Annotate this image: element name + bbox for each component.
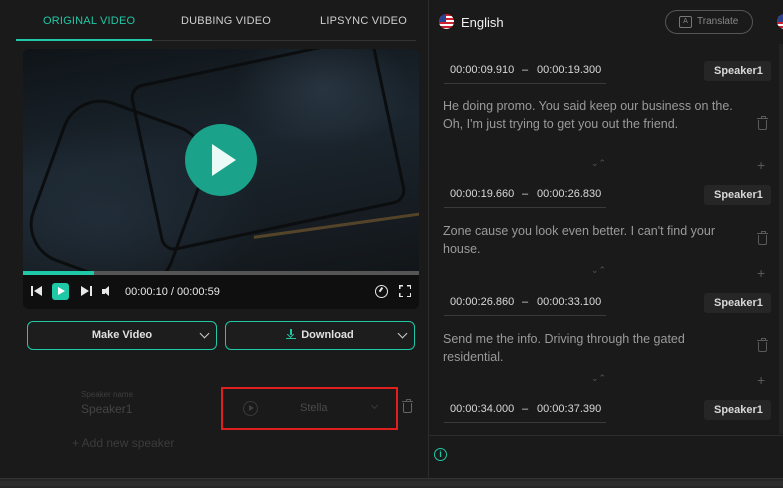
segment-timecode[interactable]: 00:00:19.660 – 00:00:26.830: [444, 182, 606, 208]
segment-start-time[interactable]: 00:00:34.000: [450, 403, 514, 415]
segment-timecode[interactable]: 00:00:09.910 – 00:00:19.300: [444, 58, 606, 84]
language-bar: English A Translate: [429, 0, 783, 44]
segment-text[interactable]: Send me the info. Driving through the ga…: [443, 330, 743, 366]
merge-segments-icon[interactable]: ⌄⌃: [591, 265, 606, 276]
trash-icon[interactable]: [757, 338, 768, 352]
speaker-settings: Speaker name Speaker1 Stella + Add new s…: [23, 367, 423, 467]
source-language[interactable]: English: [461, 15, 504, 30]
tab-dubbing-video[interactable]: DUBBING VIDEO: [181, 15, 271, 27]
chevron-down-icon[interactable]: [397, 328, 408, 339]
left-panel: ORIGINAL VIDEO DUBBING VIDEO LIPSYNC VID…: [0, 0, 428, 478]
add-new-speaker-link[interactable]: + Add new speaker: [72, 436, 174, 450]
segment-speaker-tag[interactable]: Speaker1: [704, 400, 771, 420]
chevron-down-icon[interactable]: [370, 401, 379, 410]
skip-forward-icon[interactable]: [81, 285, 93, 297]
download-label: Download: [301, 329, 354, 341]
segment-end-time[interactable]: 00:00:26.830: [537, 188, 601, 200]
us-flag-icon: [439, 14, 454, 29]
time-separator: –: [522, 296, 529, 308]
chevron-down-icon[interactable]: [199, 328, 210, 339]
play-overlay-button[interactable]: [185, 124, 257, 196]
merge-segments-icon[interactable]: ⌄⌃: [591, 158, 606, 169]
segment-end-time[interactable]: 00:00:37.390: [537, 403, 601, 415]
trash-icon[interactable]: [757, 231, 768, 245]
video-player[interactable]: 00:00:10 / 00:00:59: [23, 49, 419, 309]
scrollbar-thumb[interactable]: [0, 481, 783, 486]
fullscreen-icon[interactable]: [399, 285, 411, 297]
download-icon: [286, 329, 297, 339]
translate-label: Translate: [697, 16, 739, 27]
add-segment-icon[interactable]: +: [757, 265, 765, 281]
playback-speed-icon[interactable]: [375, 285, 388, 298]
volume-icon[interactable]: [102, 286, 114, 297]
voice-selector[interactable]: Stella: [221, 387, 398, 430]
voice-preview-play-icon[interactable]: [243, 401, 258, 416]
transcript-segments: 00:00:09.910 – 00:00:19.300 Speaker1 He …: [429, 44, 783, 434]
delete-segment-button[interactable]: [757, 231, 768, 245]
voice-name: Stella: [300, 402, 328, 414]
transcript-scrollbar[interactable]: [779, 44, 783, 434]
download-button[interactable]: Download: [225, 321, 415, 350]
speaker-name-label: Speaker name: [81, 390, 134, 399]
delete-segment-button[interactable]: [757, 116, 768, 130]
merge-segments-icon[interactable]: ⌄⌃: [591, 373, 606, 384]
add-segment-icon[interactable]: +: [757, 157, 765, 173]
play-icon[interactable]: [52, 283, 69, 300]
player-controls: 00:00:10 / 00:00:59: [23, 275, 419, 309]
time-separator: –: [522, 188, 529, 200]
translate-button[interactable]: A Translate: [665, 10, 753, 34]
segment-end-time[interactable]: 00:00:19.300: [537, 64, 601, 76]
segment-start-time[interactable]: 00:00:19.660: [450, 188, 514, 200]
speaker-name-field[interactable]: Speaker1: [81, 402, 132, 416]
segment-text[interactable]: Zone cause you look even better. I can't…: [443, 222, 743, 258]
time-separator: –: [522, 64, 529, 76]
trash-icon[interactable]: [757, 116, 768, 130]
active-tab-indicator: [16, 39, 152, 41]
tab-original-video[interactable]: ORIGINAL VIDEO: [43, 15, 135, 27]
segment-end-time[interactable]: 00:00:33.100: [537, 296, 601, 308]
time-display: 00:00:10 / 00:00:59: [125, 286, 220, 298]
trash-icon[interactable]: [402, 399, 413, 413]
make-video-label: Make Video: [91, 329, 153, 341]
add-segment-icon[interactable]: +: [757, 372, 765, 388]
segment-speaker-tag[interactable]: Speaker1: [704, 185, 771, 205]
delete-speaker-button[interactable]: [402, 399, 413, 413]
us-flag-icon-target[interactable]: [777, 14, 783, 29]
segment-start-time[interactable]: 00:00:26.860: [450, 296, 514, 308]
tab-lipsync-video[interactable]: LIPSYNC VIDEO: [320, 15, 407, 27]
delete-segment-button[interactable]: [757, 338, 768, 352]
info-footer: i: [429, 435, 783, 478]
bottom-scrollbar[interactable]: [0, 478, 783, 488]
skip-back-icon[interactable]: [31, 285, 43, 297]
video-frame[interactable]: [23, 49, 419, 300]
info-icon[interactable]: i: [434, 448, 447, 461]
segment-timecode[interactable]: 00:00:34.000 – 00:00:37.390: [444, 397, 606, 423]
video-tabs: ORIGINAL VIDEO DUBBING VIDEO LIPSYNC VID…: [16, 0, 416, 41]
segment-text[interactable]: He doing promo. You said keep our busine…: [443, 97, 743, 133]
segment-start-time[interactable]: 00:00:09.910: [450, 64, 514, 76]
segment-speaker-tag[interactable]: Speaker1: [704, 61, 771, 81]
translate-icon: A: [679, 16, 692, 28]
time-separator: –: [522, 403, 529, 415]
segment-timecode[interactable]: 00:00:26.860 – 00:00:33.100: [444, 290, 606, 316]
make-video-button[interactable]: Make Video: [27, 321, 217, 350]
segment-speaker-tag[interactable]: Speaker1: [704, 293, 771, 313]
